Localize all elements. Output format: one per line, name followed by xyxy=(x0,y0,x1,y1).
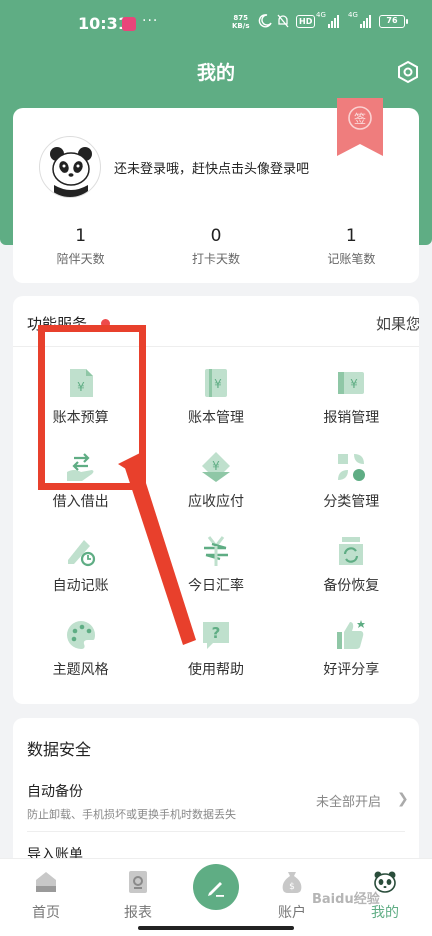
function-item-reimburse[interactable]: ¥ 报销管理 xyxy=(284,358,419,442)
function-item-ledger[interactable]: ¥ 账本管理 xyxy=(148,358,283,442)
function-label: 借入借出 xyxy=(52,494,109,510)
function-label: 分类管理 xyxy=(323,494,380,510)
network-speed-value: 875 xyxy=(233,14,249,22)
money-bag-icon: $ xyxy=(282,872,302,893)
function-item-exchange-rate[interactable]: 今日汇率 xyxy=(148,526,283,610)
stat-value: 1 xyxy=(345,226,357,246)
baidu-watermark: Baidu经验 xyxy=(312,892,380,907)
checkin-bookmark-icon[interactable]: 签 xyxy=(337,98,383,158)
function-label: 应收应付 xyxy=(187,494,244,510)
function-label: 自动记账 xyxy=(52,578,109,594)
theme-palette-icon xyxy=(66,621,95,649)
function-item-category[interactable]: 分类管理 xyxy=(284,442,419,526)
stat-label: 打卡天数 xyxy=(191,252,240,266)
network-type-2: 4G xyxy=(348,11,358,19)
annotation-highlight-box xyxy=(38,325,146,490)
section-title: 数据安全 xyxy=(27,740,92,759)
stat-label: 陪伴天数 xyxy=(56,252,105,266)
stat-value: 1 xyxy=(75,226,87,246)
panda-avatar-icon xyxy=(50,147,92,197)
report-icon xyxy=(129,871,147,893)
status-bar: 10:31 ··· 875 KB/s HD 4G 4G 76 xyxy=(0,0,432,48)
data-security-card: 数据安全 自动备份 防止卸载、手机损坏或更换手机时数据丢失 未全部开启 ❯ 导入… xyxy=(13,718,419,878)
ledger-manage-icon: ¥ xyxy=(204,369,227,397)
function-item-help[interactable]: ? 使用帮助 xyxy=(148,610,283,694)
network-speed-unit: KB/s xyxy=(232,22,250,30)
bell-muted-icon xyxy=(277,14,289,28)
function-label: 账本管理 xyxy=(187,410,244,426)
function-item-share[interactable]: 好评分享 xyxy=(284,610,419,694)
stat-record-count[interactable]: 1 记账笔数 xyxy=(284,226,419,272)
stat-companion-days[interactable]: 1 陪伴天数 xyxy=(13,226,148,272)
avatar[interactable] xyxy=(39,136,101,198)
notification-app-icon xyxy=(122,17,136,31)
signal-strength-1-icon: 4G xyxy=(316,11,342,28)
function-label: 报销管理 xyxy=(323,410,380,426)
hd-voice-indicator: HD xyxy=(296,15,316,28)
network-speed: 875 KB/s xyxy=(232,14,249,30)
exchange-rate-icon xyxy=(203,536,228,566)
function-label: 主题风格 xyxy=(52,662,109,678)
function-label: 使用帮助 xyxy=(187,662,244,678)
page-title: 我的 xyxy=(196,62,235,84)
home-indicator xyxy=(138,926,294,930)
network-type-1: 4G xyxy=(316,11,326,19)
add-record-button[interactable] xyxy=(193,864,239,910)
stat-value: 0 xyxy=(210,226,222,246)
checkin-badge-text: 签 xyxy=(354,111,366,126)
auto-backup-title: 自动备份 xyxy=(27,784,83,800)
tab-label: 首页 xyxy=(32,905,60,921)
function-marquee-text[interactable]: 如果您 xyxy=(376,313,419,334)
stat-checkin-days[interactable]: 0 打卡天数 xyxy=(148,226,283,272)
chevron-right-icon: ❯ xyxy=(397,791,409,807)
thumbs-up-icon xyxy=(337,620,366,649)
tab-home[interactable]: 首页 xyxy=(11,865,81,922)
auto-backup-status: 未全部开启 xyxy=(316,795,382,810)
tab-report[interactable]: 报表 xyxy=(103,865,173,922)
function-item-auto-record[interactable]: 自动记账 xyxy=(13,526,148,610)
more-notifications-indicator: ··· xyxy=(142,13,159,29)
auto-backup-description: 防止卸载、手机损坏或更换手机时数据丢失 xyxy=(27,808,236,821)
battery-icon: 76 xyxy=(379,15,408,28)
category-icon xyxy=(338,454,366,481)
auto-record-icon xyxy=(67,540,95,567)
settings-hex-icon[interactable] xyxy=(396,60,420,84)
svg-text:?: ? xyxy=(212,624,221,642)
signal-strength-2-icon: 4G xyxy=(348,11,374,28)
profile-card: 还未登录哦，赶快点击头像登录吧 签 1 陪伴天数 0 打卡天数 1 记账笔数 xyxy=(13,98,419,283)
svg-text:$: $ xyxy=(289,882,295,892)
login-prompt[interactable]: 还未登录哦，赶快点击头像登录吧 xyxy=(114,158,309,177)
moon-icon xyxy=(258,14,272,28)
function-item-theme[interactable]: 主题风格 xyxy=(13,610,148,694)
home-icon xyxy=(36,872,56,892)
svg-text:¥: ¥ xyxy=(212,459,220,473)
stat-label: 记账笔数 xyxy=(327,252,376,266)
function-item-receivable[interactable]: ¥ 应收应付 xyxy=(148,442,283,526)
pencil-icon xyxy=(208,882,224,897)
divider xyxy=(27,831,405,832)
function-label: 好评分享 xyxy=(323,662,380,678)
svg-text:¥: ¥ xyxy=(350,377,358,391)
svg-text:¥: ¥ xyxy=(214,377,222,391)
function-label: 备份恢复 xyxy=(323,578,380,594)
stats-row: 1 陪伴天数 0 打卡天数 1 记账笔数 xyxy=(13,226,419,272)
receivable-payable-icon: ¥ xyxy=(201,452,230,482)
backup-restore-icon xyxy=(339,537,364,565)
tab-label: 报表 xyxy=(124,905,152,921)
reimburse-icon: ¥ xyxy=(338,372,365,394)
function-item-backup[interactable]: 备份恢复 xyxy=(284,526,419,610)
help-icon: ? xyxy=(202,622,229,649)
function-label: 今日汇率 xyxy=(187,578,244,594)
